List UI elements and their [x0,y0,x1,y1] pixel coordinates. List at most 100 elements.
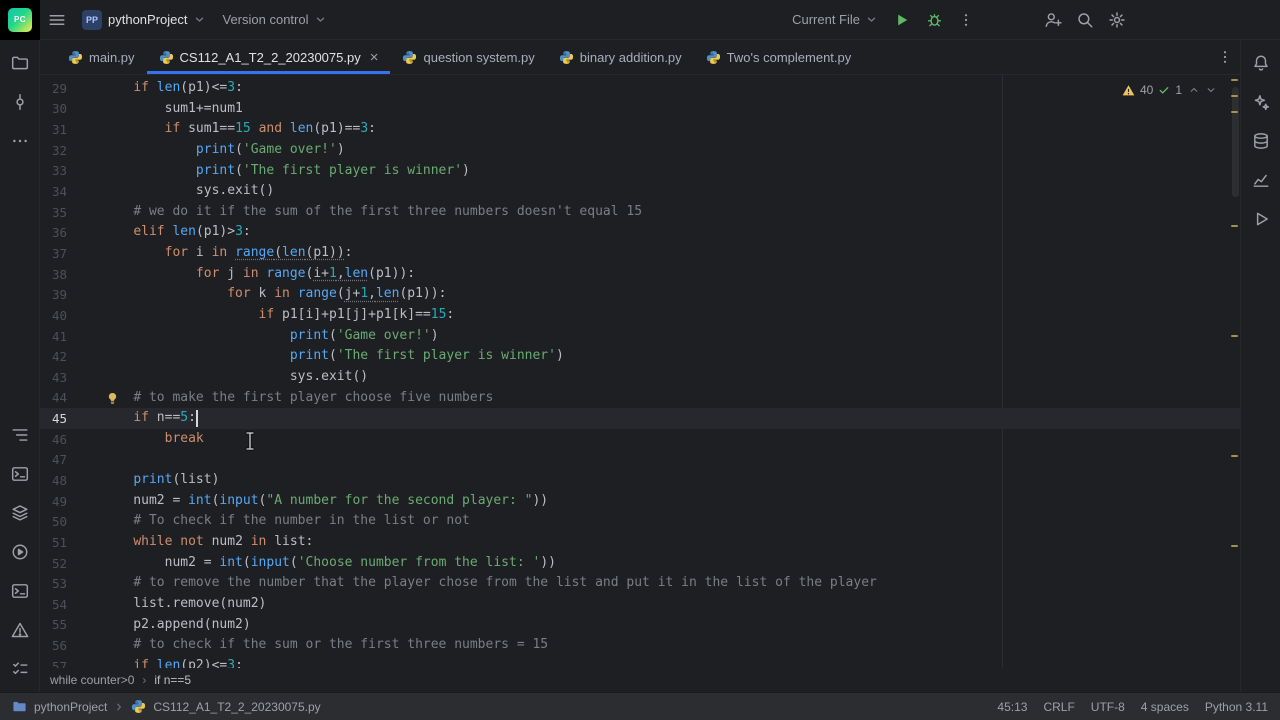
code-line[interactable]: 34 sys.exit() [40,181,1240,202]
tab-cs112-a1-t2-2-20230075-py[interactable]: CS112_A1_T2_2_20230075.py × [147,40,391,74]
project-selector[interactable]: PP pythonProject [74,6,213,34]
line-number[interactable]: 29 [40,81,102,96]
code-line[interactable]: 45 if n==5: [40,408,1240,429]
code-line[interactable]: 49 num2 = int(input("A number for the se… [40,491,1240,512]
code-with-me-button[interactable] [1039,6,1067,34]
code-line[interactable]: 46 break [40,429,1240,450]
line-number[interactable]: 46 [40,432,102,447]
line-number[interactable]: 30 [40,101,102,116]
line-number[interactable]: 56 [40,638,102,653]
tab-two-s-complement-py[interactable]: Two's complement.py [694,40,864,74]
indent-style[interactable]: 4 spaces [1141,700,1189,714]
line-number[interactable]: 44 [40,390,102,405]
breadcrumb-item[interactable]: if n==5 [154,673,191,687]
code-line[interactable]: 55 p2.append(num2) [40,615,1240,636]
python-console-button[interactable] [5,459,35,489]
code-line[interactable]: 41 print('Game over!') [40,326,1240,347]
nav-file[interactable]: CS112_A1_T2_2_20230075.py [153,700,320,714]
warning-stripe-mark[interactable] [1231,545,1238,547]
code-editor[interactable]: 29 if len(p1)<=3: 30 sum1+=num1 31 if sum1… [40,75,1240,668]
code-line[interactable]: 36 elif len(p1)>3: [40,222,1240,243]
settings-button[interactable] [1103,6,1131,34]
code-line[interactable]: 57 if len(p2)<=3: [40,656,1240,668]
line-number[interactable]: 55 [40,617,102,632]
line-number[interactable]: 43 [40,370,102,385]
code-line[interactable]: 43 sys.exit() [40,367,1240,388]
pycharm-logo[interactable]: PC [0,0,40,40]
tab-binary-addition-py[interactable]: binary addition.py [547,40,694,74]
breadcrumb-item[interactable]: while counter>0 [50,673,134,687]
line-number[interactable]: 50 [40,514,102,529]
commit-button[interactable] [5,87,35,117]
next-problem-button[interactable] [1206,85,1216,95]
python-interpreter[interactable]: Python 3.11 [1205,700,1268,714]
code-line[interactable]: 39 for k in range(j+1,len(p1)): [40,284,1240,305]
file-encoding[interactable]: UTF-8 [1091,700,1125,714]
line-number[interactable]: 31 [40,122,102,137]
warning-stripe-mark[interactable] [1231,335,1238,337]
line-number[interactable]: 48 [40,473,102,488]
run-configuration-selector[interactable]: Current File [784,8,885,31]
tab-options-button[interactable] [1211,43,1239,71]
code-line[interactable]: 30 sum1+=num1 [40,99,1240,120]
run-button[interactable] [1246,204,1276,234]
warning-stripe-mark[interactable] [1231,455,1238,457]
sciview-button[interactable] [1246,165,1276,195]
line-number[interactable]: 34 [40,184,102,199]
code-line[interactable]: 47 [40,450,1240,471]
code-line[interactable]: 29 if len(p1)<=3: [40,78,1240,99]
run-button[interactable] [888,6,916,34]
line-number[interactable]: 53 [40,576,102,591]
code-line[interactable]: 35 # we do it if the sum of the first th… [40,202,1240,223]
tab-main-py[interactable]: main.py [56,40,147,74]
python-packages-button[interactable] [5,498,35,528]
line-number[interactable]: 35 [40,205,102,220]
line-number[interactable]: 33 [40,163,102,178]
warning-stripe-mark[interactable] [1231,111,1238,113]
line-number[interactable]: 32 [40,143,102,158]
line-number[interactable]: 42 [40,349,102,364]
code-line[interactable]: 38 for j in range(i+1,len(p1)): [40,264,1240,285]
services-button[interactable] [5,537,35,567]
error-stripe[interactable] [1228,75,1240,668]
line-number[interactable]: 49 [40,494,102,509]
line-number[interactable]: 37 [40,246,102,261]
tab-question-system-py[interactable]: question system.py [390,40,546,74]
more-button[interactable] [5,126,35,156]
previous-problem-button[interactable] [1189,85,1199,95]
cursor-position[interactable]: 45:13 [997,700,1027,714]
code-line[interactable]: 54 list.remove(num2) [40,594,1240,615]
code-line[interactable]: 32 print('Game over!') [40,140,1240,161]
code-line[interactable]: 48 print(list) [40,470,1240,491]
code-line[interactable]: 37 for i in range(len(p1)): [40,243,1240,264]
code-line[interactable]: 51 while not num2 in list: [40,532,1240,553]
project-button[interactable] [5,48,35,78]
nav-project[interactable]: pythonProject [34,700,107,714]
line-number[interactable]: 45 [40,411,102,426]
code-line[interactable]: 52 num2 = int(input('Choose number from … [40,553,1240,574]
code-line[interactable]: 33 print('The first player is winner') [40,161,1240,182]
line-number[interactable]: 54 [40,597,102,612]
notifications-button[interactable] [1246,48,1276,78]
line-number[interactable]: 41 [40,329,102,344]
more-actions-button[interactable] [952,6,980,34]
debug-button[interactable] [920,6,948,34]
main-menu-button[interactable] [43,6,71,34]
code-line[interactable]: 50 # To check if the number in the list … [40,511,1240,532]
terminal-button[interactable] [5,576,35,606]
ai-assistant-button[interactable] [1246,87,1276,117]
close-tab-icon[interactable]: × [370,50,379,65]
warning-stripe-mark[interactable] [1231,95,1238,97]
line-separator[interactable]: CRLF [1043,700,1074,714]
structure-button[interactable] [5,420,35,450]
code-line[interactable]: 42 print('The first player is winner') [40,346,1240,367]
line-number[interactable]: 47 [40,452,102,467]
code-line[interactable]: 56 # to check if the sum or the first th… [40,635,1240,656]
version-control-selector[interactable]: Version control [215,8,334,31]
database-button[interactable] [1246,126,1276,156]
line-number[interactable]: 39 [40,287,102,302]
warning-stripe-mark[interactable] [1231,79,1238,81]
code-line[interactable]: 31 if sum1==15 and len(p1)==3: [40,119,1240,140]
code-line[interactable]: 44 # to make the first player choose fiv… [40,388,1240,409]
code-line[interactable]: 40 if p1[i]+p1[j]+p1[k]==15: [40,305,1240,326]
